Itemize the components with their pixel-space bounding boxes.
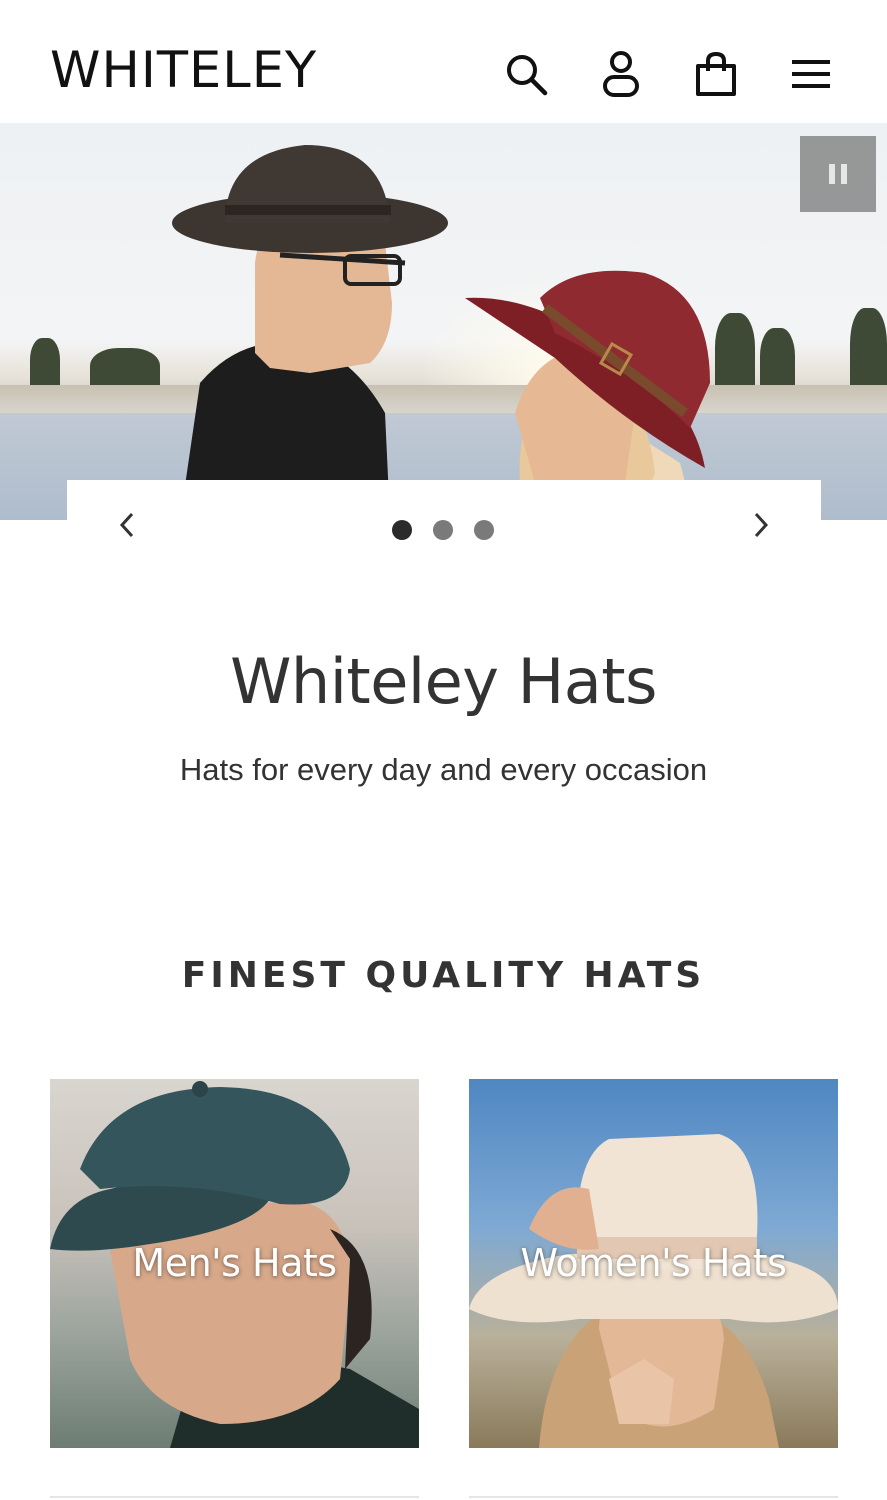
hero-slideshow[interactable] [0, 123, 887, 520]
cart-icon[interactable] [692, 48, 740, 100]
collection-tile-womens-hats[interactable]: Women's Hats [469, 1079, 838, 1448]
collection-tile-mens-hats[interactable]: Men's Hats [50, 1079, 419, 1448]
collections-heading: FINEST QUALITY HATS [181, 955, 706, 996]
page-subtitle: Hats for every day and every occasion [179, 752, 708, 787]
page-title: Whiteley Hats [230, 645, 657, 718]
next-slide-button[interactable] [746, 510, 776, 540]
search-icon[interactable] [502, 48, 550, 100]
slide-dot-3[interactable] [474, 520, 494, 540]
previous-slide-button[interactable] [112, 510, 142, 540]
chevron-right-icon [754, 512, 769, 538]
slide-dot-2[interactable] [433, 520, 453, 540]
slide-indicators [392, 520, 494, 540]
site-header: WHITELEY [0, 0, 887, 123]
pause-icon-bar [829, 164, 835, 184]
pause-slideshow-button[interactable] [800, 136, 876, 212]
slide-dot-1[interactable] [392, 520, 412, 540]
divider [469, 1496, 838, 1498]
chevron-left-icon [119, 512, 134, 538]
collection-title: Women's Hats [520, 1241, 787, 1285]
account-icon[interactable] [597, 48, 645, 100]
divider [50, 1496, 419, 1498]
slideshow-controls [67, 480, 821, 570]
pause-icon-bar [841, 164, 847, 184]
site-logo[interactable]: WHITELEY [50, 40, 317, 100]
collection-title: Men's Hats [132, 1241, 337, 1285]
menu-icon[interactable] [787, 48, 835, 100]
man-with-fedora-image [172, 145, 448, 520]
